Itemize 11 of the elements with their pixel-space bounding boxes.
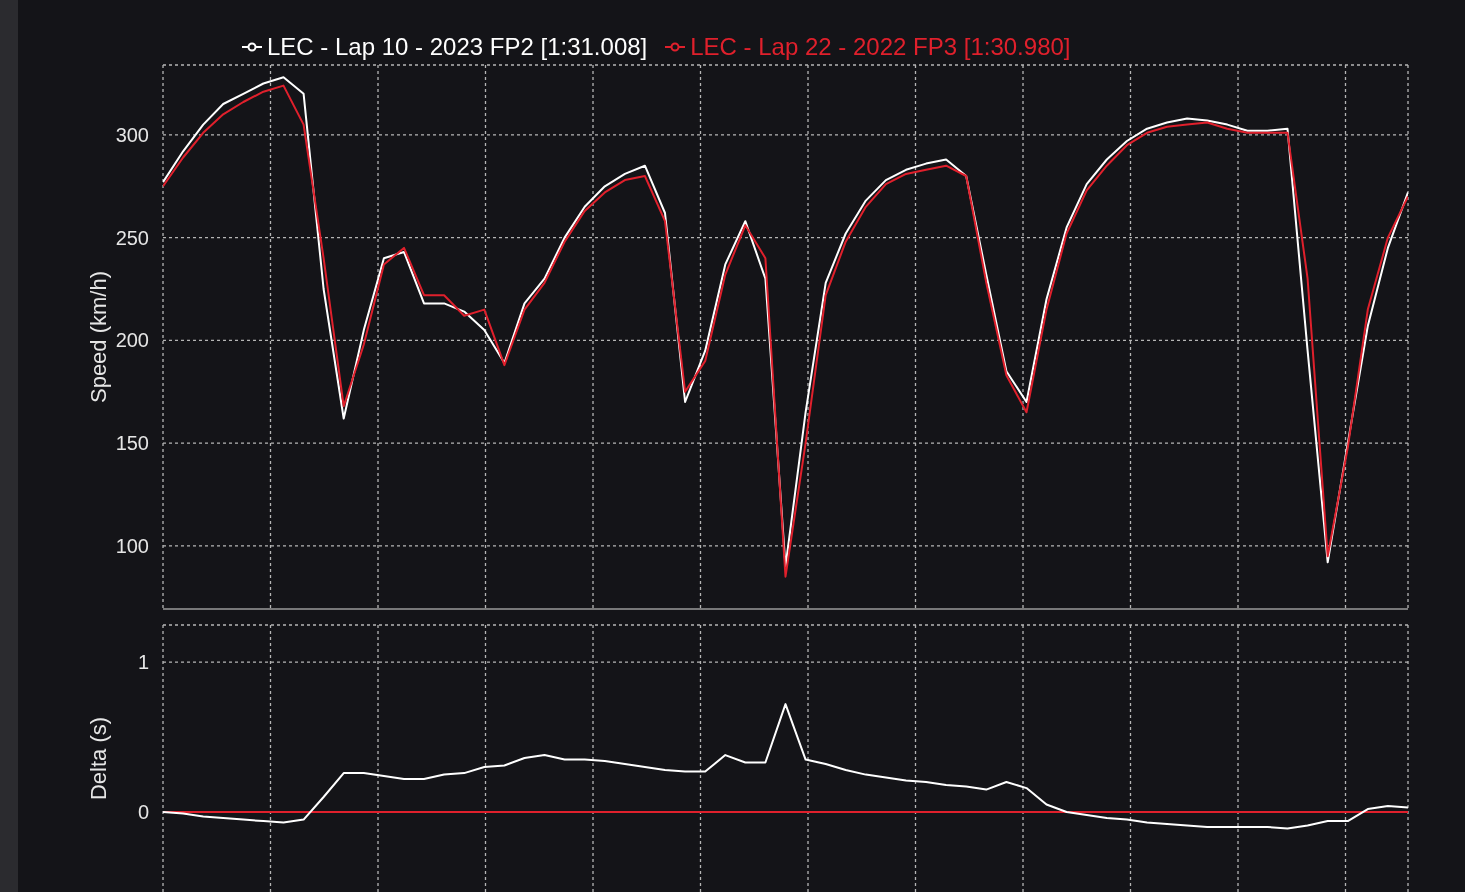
axis-title: Delta (s) [86, 716, 111, 801]
legend-label[interactable]: LEC - Lap 22 - 2022 FP3 [1:30.980] [690, 32, 1071, 62]
axis-tick-label: 150 [115, 432, 149, 455]
axis-tick-label: 0 [137, 801, 149, 824]
axis-tick-label: 1 [137, 651, 149, 674]
axis-tick-label: 300 [115, 123, 149, 146]
axis-title: Speed (km/h) [86, 270, 111, 404]
axis-tick-label: 250 [115, 226, 149, 249]
axis-tick-label: 100 [115, 534, 149, 557]
legend-label[interactable]: LEC - Lap 10 - 2023 FP2 [1:31.008] [267, 32, 648, 62]
axis-tick-label: 200 [115, 329, 149, 352]
